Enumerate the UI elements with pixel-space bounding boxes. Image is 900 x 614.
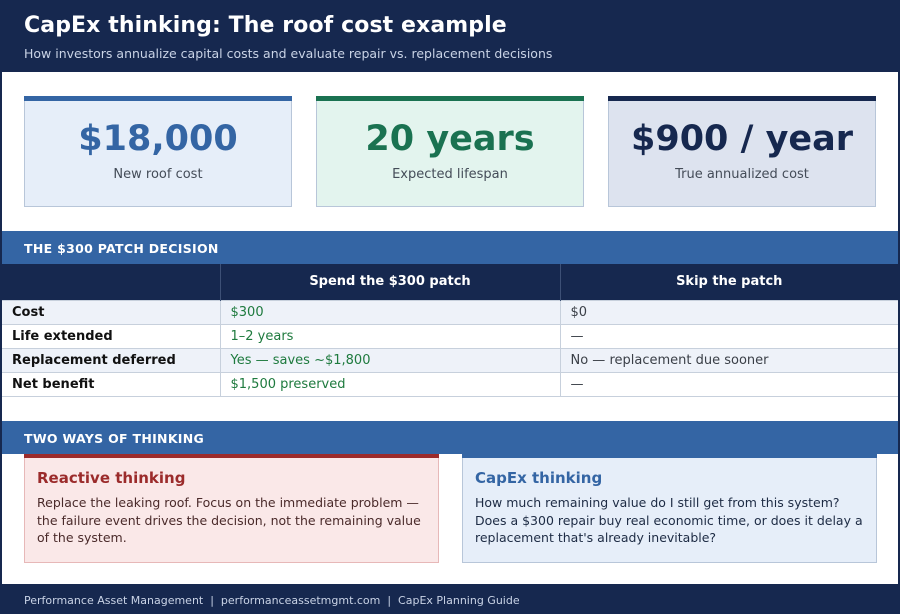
row-label: Net benefit xyxy=(2,371,220,397)
reactive-body: Replace the leaking roof. Focus on the i… xyxy=(37,495,421,545)
column-header-blank xyxy=(2,264,220,300)
stat-value: $900 / year xyxy=(631,119,853,159)
stat-value: 20 years xyxy=(365,119,535,159)
skip-cell: — xyxy=(559,323,898,348)
card-accent-bar xyxy=(316,96,584,101)
page-subtitle: How investors annualize capital costs an… xyxy=(24,46,553,61)
table-row: Net benefit $1,500 preserved — xyxy=(2,371,898,397)
reactive-heading: Reactive thinking xyxy=(37,469,186,487)
row-label: Life extended xyxy=(2,323,220,348)
table-header-row: Spend the $300 patch Skip the patch xyxy=(2,264,898,300)
capex-body: How much remaining value do I still get … xyxy=(475,495,863,545)
capex-heading: CapEx thinking xyxy=(475,469,603,487)
table-row: Life extended 1–2 years — xyxy=(2,323,898,348)
column-header-skip: Skip the patch xyxy=(559,264,898,300)
table-row: Replacement deferred Yes — saves ~$1,800… xyxy=(2,347,898,372)
footer-text: Performance Asset Management | performan… xyxy=(24,594,520,607)
column-header-spend: Spend the $300 patch xyxy=(219,264,560,300)
box-accent-bar xyxy=(462,454,877,458)
reactive-thinking-box: Reactive thinking Replace the leaking ro… xyxy=(24,454,439,563)
box-accent-bar xyxy=(24,454,439,458)
stat-label: New roof cost xyxy=(113,167,203,182)
card-accent-bar xyxy=(608,96,876,101)
patch-decision-table: Spend the $300 patch Skip the patch Cost… xyxy=(2,264,898,397)
spend-cell: $1,500 preserved xyxy=(219,371,560,397)
spend-cell: Yes — saves ~$1,800 xyxy=(219,347,560,372)
section-title-two-ways: TWO WAYS OF THINKING xyxy=(2,421,898,454)
skip-cell: $0 xyxy=(559,299,898,324)
spend-cell: 1–2 years xyxy=(219,323,560,348)
page: CapEx thinking: The roof cost example Ho… xyxy=(2,0,898,612)
skip-cell: No — replacement due sooner xyxy=(559,347,898,372)
row-label: Replacement deferred xyxy=(2,347,220,372)
section-title-patch-decision: THE $300 PATCH DECISION xyxy=(2,231,898,264)
footer: Performance Asset Management | performan… xyxy=(2,584,898,612)
header: CapEx thinking: The roof cost example Ho… xyxy=(2,0,898,72)
capex-thinking-box: CapEx thinking How much remaining value … xyxy=(462,454,877,563)
stat-card-lifespan: 20 years Expected lifespan xyxy=(316,96,584,207)
stat-card-annualized-cost: $900 / year True annualized cost xyxy=(608,96,876,207)
card-accent-bar xyxy=(24,96,292,101)
skip-cell: — xyxy=(559,371,898,397)
stat-label: Expected lifespan xyxy=(392,167,508,182)
stat-card-roof-cost: $18,000 New roof cost xyxy=(24,96,292,207)
page-title: CapEx thinking: The roof cost example xyxy=(24,13,507,38)
spend-cell: $300 xyxy=(219,299,560,324)
stat-value: $18,000 xyxy=(78,119,238,159)
stat-label: True annualized cost xyxy=(675,167,809,182)
row-label: Cost xyxy=(2,299,220,324)
table-row: Cost $300 $0 xyxy=(2,299,898,324)
